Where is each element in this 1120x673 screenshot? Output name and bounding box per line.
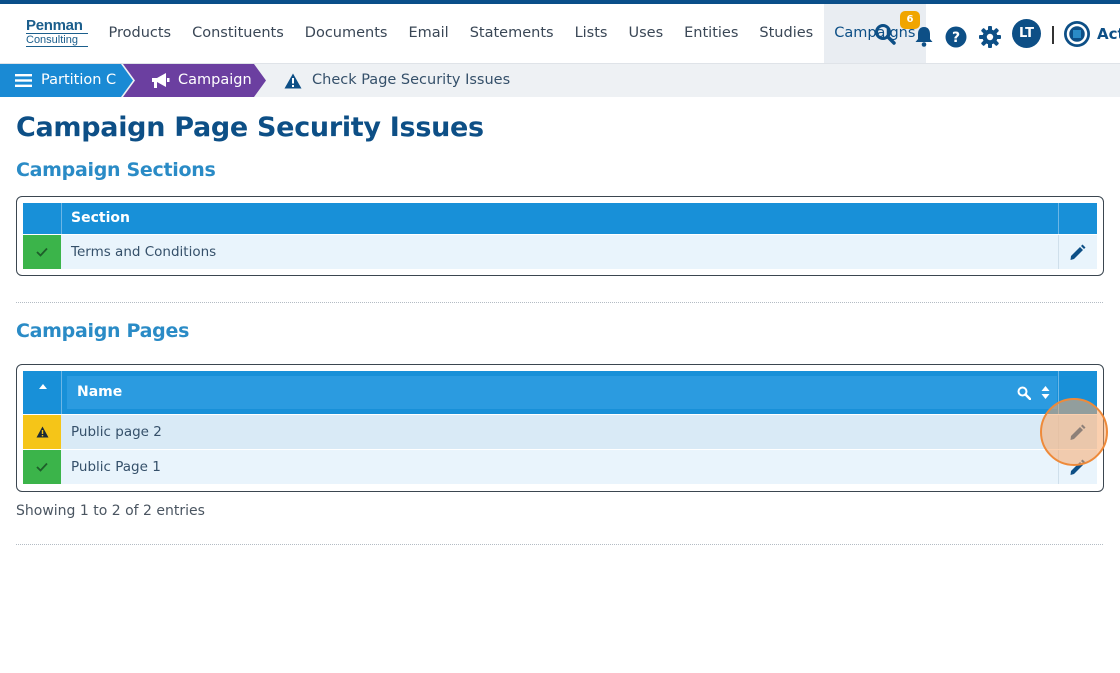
gear-icon[interactable] [978,25,1002,49]
svg-text:?: ? [952,30,960,46]
breadcrumb-current: Check Page Security Issues [312,72,511,88]
main-menu: Products Constituents Documents Email St… [98,4,926,63]
row-label: Terms and Conditions [71,244,217,260]
notification-badge: 6 [900,11,920,29]
warning-icon [36,426,49,438]
breadcrumb-campaign[interactable]: Campaign [178,64,252,97]
sort-both-icon[interactable] [1041,385,1050,400]
section-divider [16,302,1103,303]
table-info: Showing 1 to 2 of 2 entries [16,503,205,519]
table-row[interactable]: Public page 2 [23,415,1097,449]
nav-statements[interactable]: Statements [459,4,564,63]
search-icon[interactable] [874,23,896,45]
column-header-section[interactable]: Section [71,203,130,234]
breadcrumb: Partition C Campaign Check Page Security… [0,64,1120,97]
column-search-icon[interactable] [1017,386,1031,400]
sort-asc-icon[interactable] [38,383,48,391]
column-header-name: Name [77,384,123,400]
check-icon [36,247,48,257]
row-label: Public Page 1 [71,459,161,475]
sections-table: Section Terms and Conditions [16,196,1104,276]
check-icon [36,462,48,472]
act-logo-icon[interactable] [1063,20,1091,48]
help-icon[interactable]: ? [945,26,967,48]
warning-icon [284,73,302,89]
campaign-sections-title: Campaign Sections [16,159,216,181]
status-warning [23,415,61,449]
menu-icon[interactable] [15,73,32,88]
nav-divider [1052,26,1054,44]
table-row[interactable]: Terms and Conditions [23,235,1097,269]
sections-table-header: Section [23,203,1097,234]
act-label: Act [1097,25,1120,43]
penman-logo[interactable]: Penman Consulting [26,17,88,47]
table-row[interactable]: Public Page 1 [23,450,1097,484]
edit-pencil-icon[interactable] [1069,244,1086,261]
nav-constituents[interactable]: Constituents [182,4,295,63]
logo-line2: Consulting [26,33,88,47]
pages-table: Name Public page 2 Public Page 1 [16,364,1104,492]
nav-products[interactable]: Products [98,4,182,63]
nav-documents[interactable]: Documents [294,4,398,63]
name-column-header[interactable]: Name [67,376,1057,409]
pages-table-header: Name [23,371,1097,414]
status-ok [23,450,61,484]
nav-studies[interactable]: Studies [749,4,824,63]
nav-uses[interactable]: Uses [618,4,674,63]
row-label: Public page 2 [71,424,162,440]
bottom-divider [16,544,1103,545]
top-navigation: Penman Consulting Products Constituents … [0,4,1120,64]
breadcrumb-partition[interactable]: Partition C [41,64,116,97]
logo-line1: Penman [26,17,83,34]
nav-entities[interactable]: Entities [674,4,749,63]
megaphone-icon [152,73,170,88]
page-title: Campaign Page Security Issues [16,112,484,143]
user-avatar[interactable]: LT [1012,19,1041,48]
nav-lists[interactable]: Lists [564,4,618,63]
status-ok [23,235,61,269]
click-highlight [1040,398,1108,466]
edit-cell [1058,235,1097,269]
nav-email[interactable]: Email [398,4,459,63]
campaign-pages-title: Campaign Pages [16,320,190,342]
